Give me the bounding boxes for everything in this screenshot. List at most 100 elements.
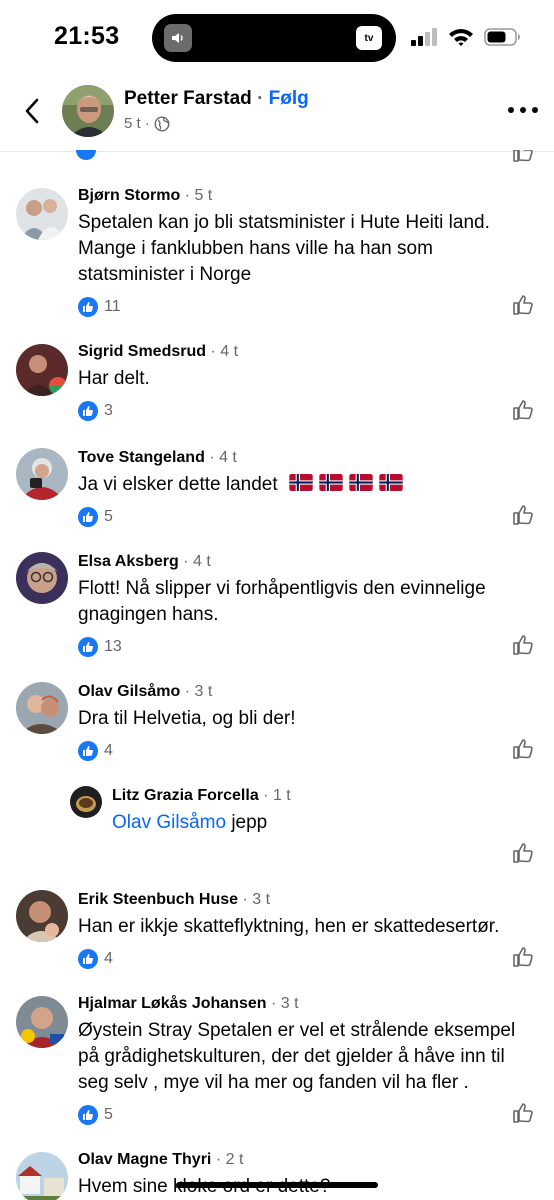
reaction-summary[interactable]: 4: [78, 740, 520, 762]
comment-text: Øystein Stray Spetalen er vel et strålen…: [78, 1020, 516, 1093]
like-button-icon[interactable]: [512, 842, 534, 864]
comment-time: 3 t: [252, 891, 271, 908]
norway-flags: [289, 474, 409, 495]
reaction-summary[interactable]: 5: [78, 1104, 520, 1126]
comment-text: Har delt.: [78, 368, 150, 389]
comment-text: Dra til Helvetia, og bli der!: [78, 708, 296, 729]
comment-header: Erik Steenbuch Huse · 3 t: [78, 891, 271, 908]
more-options-icon[interactable]: [508, 98, 538, 122]
comment-time: 4 t: [220, 343, 239, 360]
like-button-icon[interactable]: [512, 738, 534, 760]
post-header: Petter Farstad · Følg 5 t ·: [0, 76, 554, 152]
author-name[interactable]: Petter Farstad: [124, 88, 252, 109]
commenter-avatar[interactable]: [16, 448, 68, 500]
comment-text-content: Ja vi elsker dette landet: [78, 474, 278, 495]
reaction-summary[interactable]: 3: [78, 400, 520, 422]
commenter-avatar[interactable]: [16, 682, 68, 734]
like-button-icon[interactable]: [512, 1102, 534, 1124]
commenter-avatar[interactable]: [16, 890, 68, 942]
comment-time: 3 t: [194, 683, 213, 700]
comment-header: Litz Grazia Forcella · 1 t: [112, 787, 291, 804]
like-count: 11: [104, 298, 121, 315]
commenter-avatar[interactable]: [16, 552, 68, 604]
like-reaction-icon: [78, 637, 98, 657]
commenter-name[interactable]: Litz Grazia Forcella: [112, 787, 259, 804]
comment: Olav Magne Thyri · 2 t Hvem sine kloke o…: [0, 1150, 554, 1200]
commenter-name[interactable]: Elsa Aksberg: [78, 553, 179, 570]
comment-header: Hjalmar Løkås Johansen · 3 t: [78, 995, 299, 1012]
comment-header: Sigrid Smedsrud · 4 t: [78, 343, 239, 360]
comment-time: 4 t: [219, 449, 237, 466]
author-line: Petter Farstad · Følg: [124, 88, 309, 110]
like-button-icon[interactable]: [512, 294, 534, 316]
comment-text: Spetalen kan jo bli statsminister i Hute…: [78, 212, 490, 285]
status-time: 21:53: [54, 22, 120, 50]
comment-time: 5 t: [194, 187, 213, 204]
like-count: 13: [104, 638, 122, 655]
author-avatar[interactable]: [62, 85, 114, 137]
comment-text-content: jepp: [231, 812, 268, 833]
like-reaction-icon: [78, 507, 98, 527]
comment-time: 2 t: [225, 1151, 244, 1168]
like-reaction-icon: [78, 741, 98, 761]
like-button-icon[interactable]: [512, 634, 534, 656]
wifi-icon: [449, 29, 473, 46]
comment-time: 4 t: [193, 553, 211, 570]
commenter-name[interactable]: Hjalmar Løkås Johansen: [78, 995, 267, 1012]
comment-header: Olav Gilsåmo · 3 t: [78, 683, 213, 700]
like-count: 5: [104, 508, 113, 525]
like-button-icon[interactable]: [512, 399, 534, 421]
apple-tv-icon: tv: [356, 26, 382, 50]
norway-flag-icon: [289, 474, 313, 491]
norway-flag-icon: [379, 474, 403, 491]
like-reaction-icon: [78, 949, 98, 969]
like-count: 3: [104, 402, 113, 419]
comment-text: Flott! Nå slipper vi forhåpentligvis den…: [78, 578, 486, 625]
reaction-summary[interactable]: 11: [78, 296, 520, 318]
like-count: 4: [104, 742, 113, 759]
commenter-name[interactable]: Olav Magne Thyri: [78, 1151, 211, 1168]
commenter-name[interactable]: Tove Stangeland: [78, 449, 205, 466]
commenter-name[interactable]: Bjørn Stormo: [78, 187, 180, 204]
comment-text: Han er ikkje skatteflyktning, hen er ska…: [78, 916, 500, 937]
status-bar: 21:53 tv: [0, 0, 554, 76]
meta-separator: ·: [144, 115, 150, 132]
follow-separator: ·: [257, 88, 264, 109]
commenter-avatar[interactable]: [16, 188, 68, 240]
commenter-avatar[interactable]: [16, 344, 68, 396]
post-time: 5 t: [124, 115, 141, 132]
comment-header: Tove Stangeland · 4 t: [78, 449, 237, 466]
commenter-avatar[interactable]: [16, 996, 68, 1048]
like-button-icon[interactable]: [512, 504, 534, 526]
partial-like-icon: [512, 150, 534, 162]
reaction-summary[interactable]: 4: [78, 948, 520, 970]
tv-label: tv: [364, 32, 374, 44]
commenter-name[interactable]: Sigrid Smedsrud: [78, 343, 206, 360]
comment-time: 3 t: [280, 995, 299, 1012]
reaction-summary[interactable]: 13: [78, 636, 520, 658]
back-icon[interactable]: [18, 96, 48, 126]
status-icons: [410, 26, 522, 48]
battery-icon: [484, 28, 520, 46]
comment-time: 1 t: [272, 787, 291, 804]
follow-button[interactable]: Følg: [269, 88, 309, 109]
comment-header: Elsa Aksberg · 4 t: [78, 553, 211, 570]
reaction-summary[interactable]: 5: [78, 506, 520, 528]
comment-header: Bjørn Stormo · 5 t: [78, 187, 213, 204]
commenter-name[interactable]: Erik Steenbuch Huse: [78, 891, 238, 908]
home-indicator[interactable]: [176, 1182, 378, 1188]
commenter-name[interactable]: Olav Gilsåmo: [78, 683, 180, 700]
norway-flag-icon: [349, 474, 373, 491]
like-button-icon[interactable]: [512, 946, 534, 968]
comment-header: Olav Magne Thyri · 2 t: [78, 1151, 244, 1168]
like-reaction-icon: [78, 1105, 98, 1125]
speaker-icon: [164, 24, 192, 52]
commenter-avatar[interactable]: [70, 786, 102, 818]
dynamic-island[interactable]: tv: [152, 14, 396, 62]
comment-text: Ja vi elsker dette landet: [78, 472, 520, 498]
mention-link[interactable]: Olav Gilsåmo: [112, 812, 226, 833]
norway-flag-icon: [319, 474, 343, 491]
like-reaction-icon: [78, 297, 98, 317]
commenter-avatar[interactable]: [16, 1152, 68, 1200]
globe-icon: [154, 115, 170, 132]
